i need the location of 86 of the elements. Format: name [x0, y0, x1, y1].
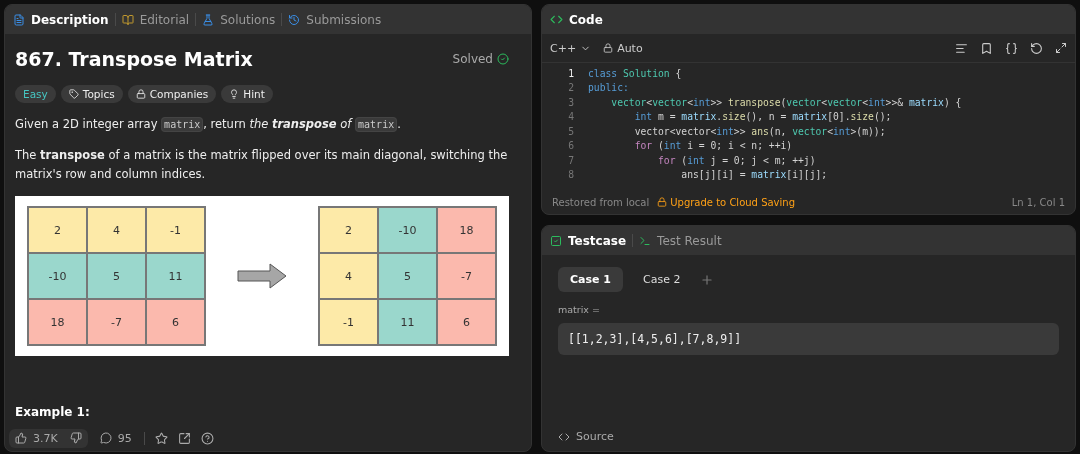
matrix-cell: 6 [146, 299, 205, 345]
format-icon[interactable] [955, 41, 968, 55]
code-line: public: [588, 82, 629, 94]
panel-tab[interactable]: Submissions [306, 12, 382, 27]
code-line: vector<vector<int>> ans(n, vector<int>(m)); [633, 125, 886, 137]
definition-text: The transpose of a matrix is the matrix flipped over its main diagonal, switching the matrix's row and column indices. [15, 147, 509, 183]
check-circle-icon [497, 53, 509, 65]
terminal-icon [639, 234, 652, 247]
line-number: 3 [567, 96, 575, 108]
line-number: 8 [567, 169, 575, 181]
tag-icon [68, 89, 79, 99]
language-dropdown[interactable]: C++ [550, 41, 592, 55]
line-number: 7 [567, 154, 575, 166]
case-tab[interactable]: Case 2 [631, 267, 693, 292]
panel-tab[interactable]: Testcase [568, 233, 627, 248]
thumbs-down-icon [69, 432, 82, 444]
matrix-cell: 2 [28, 207, 87, 253]
matrix-cell: -10 [28, 253, 87, 299]
matrix-cell: 5 [87, 253, 146, 299]
thumbs-up-icon [15, 432, 27, 444]
lock-icon [603, 43, 614, 53]
code-line: for (int j = 0; j < m; ++j) [657, 154, 816, 166]
parameter-label: matrix = [558, 304, 601, 315]
lock-icon [135, 89, 146, 99]
case-tab[interactable]: Case 1 [558, 267, 623, 292]
lightbulb-icon [229, 89, 240, 99]
code-line: vector<vector<int>> transpose(vector<vector<int>>& matrix) { [610, 96, 962, 108]
difficulty-tag: Easy [15, 85, 56, 103]
panel-title: Code [569, 12, 603, 27]
code-line: ans[j][i] = matrix[i][j]; [680, 169, 828, 181]
auto-mode-button[interactable]: Auto [603, 41, 643, 55]
matrix-cell: 6 [437, 299, 496, 345]
matrix-cell: 5 [378, 253, 437, 299]
line-number: 2 [567, 82, 575, 94]
example-heading: Example 1: [15, 405, 91, 421]
code-line: int m = matrix.size(), n = matrix[0].size(); [633, 111, 892, 123]
book-icon [121, 13, 134, 26]
line-number: 4 [567, 111, 575, 123]
matrix-cell: -10 [378, 207, 437, 253]
expand-icon[interactable] [1055, 42, 1067, 54]
bookmark-icon[interactable] [980, 41, 993, 55]
checkbox-icon [550, 234, 562, 247]
cursor-position: Ln 1, Col 1 [1011, 196, 1065, 208]
panel-tab[interactable]: Solutions [220, 12, 276, 27]
matrix-cell: -7 [87, 299, 146, 345]
matrix-cell: 4 [87, 207, 146, 253]
star-icon[interactable] [154, 431, 168, 445]
panel-tab[interactable]: Test Result [657, 233, 722, 248]
share-icon[interactable] [177, 431, 191, 445]
lock-icon [657, 197, 668, 207]
save-status: Restored from local [552, 196, 650, 208]
matrix-cell: 11 [146, 253, 205, 299]
document-icon [13, 13, 25, 26]
code-line: class Solution { [588, 67, 682, 79]
matrix-cell: 18 [28, 299, 87, 345]
upgrade-link[interactable]: Upgrade to Cloud Saving [657, 196, 795, 208]
matrix-cell: 18 [437, 207, 496, 253]
tag-chip[interactable]: Hint [221, 85, 273, 103]
line-number: 6 [567, 140, 575, 152]
matrix-cell: -1 [146, 207, 205, 253]
panel-tab[interactable]: Editorial [139, 12, 190, 27]
comments-button[interactable]: 95 [97, 429, 134, 447]
matrix-cell: 4 [319, 253, 378, 299]
help-icon[interactable] [200, 431, 214, 445]
problem-statement: Given a 2D integer array matrix , return the transpose of matrix . [15, 116, 402, 134]
panel-tab[interactable]: Description [31, 12, 109, 27]
reset-icon[interactable] [1030, 41, 1043, 55]
code-icon [550, 13, 563, 26]
code-line: for (int i = 0; i < n; ++i) [633, 140, 793, 152]
line-number: 5 [567, 125, 575, 137]
line-number: 1 [567, 67, 575, 79]
flask-icon [202, 13, 215, 26]
parameter-input[interactable]: [[1,2,3],[4,5,6],[7,8,9]] [558, 323, 1059, 355]
matrix-cell: -1 [319, 299, 378, 345]
right-arrow-icon [237, 263, 287, 289]
comment-icon [99, 432, 112, 444]
solved-status: Solved [452, 52, 493, 66]
source-link[interactable]: Source [558, 430, 1059, 443]
tag-chip[interactable]: Companies [127, 85, 217, 103]
problem-title: 867. Transpose Matrix [15, 48, 253, 70]
braces-icon[interactable] [1005, 41, 1018, 55]
matrix-cell: 11 [378, 299, 437, 345]
tag-chip[interactable]: Topics [60, 85, 123, 103]
matrix-cell: 2 [319, 207, 378, 253]
history-icon [288, 13, 301, 26]
matrix-cell: -7 [437, 253, 496, 299]
